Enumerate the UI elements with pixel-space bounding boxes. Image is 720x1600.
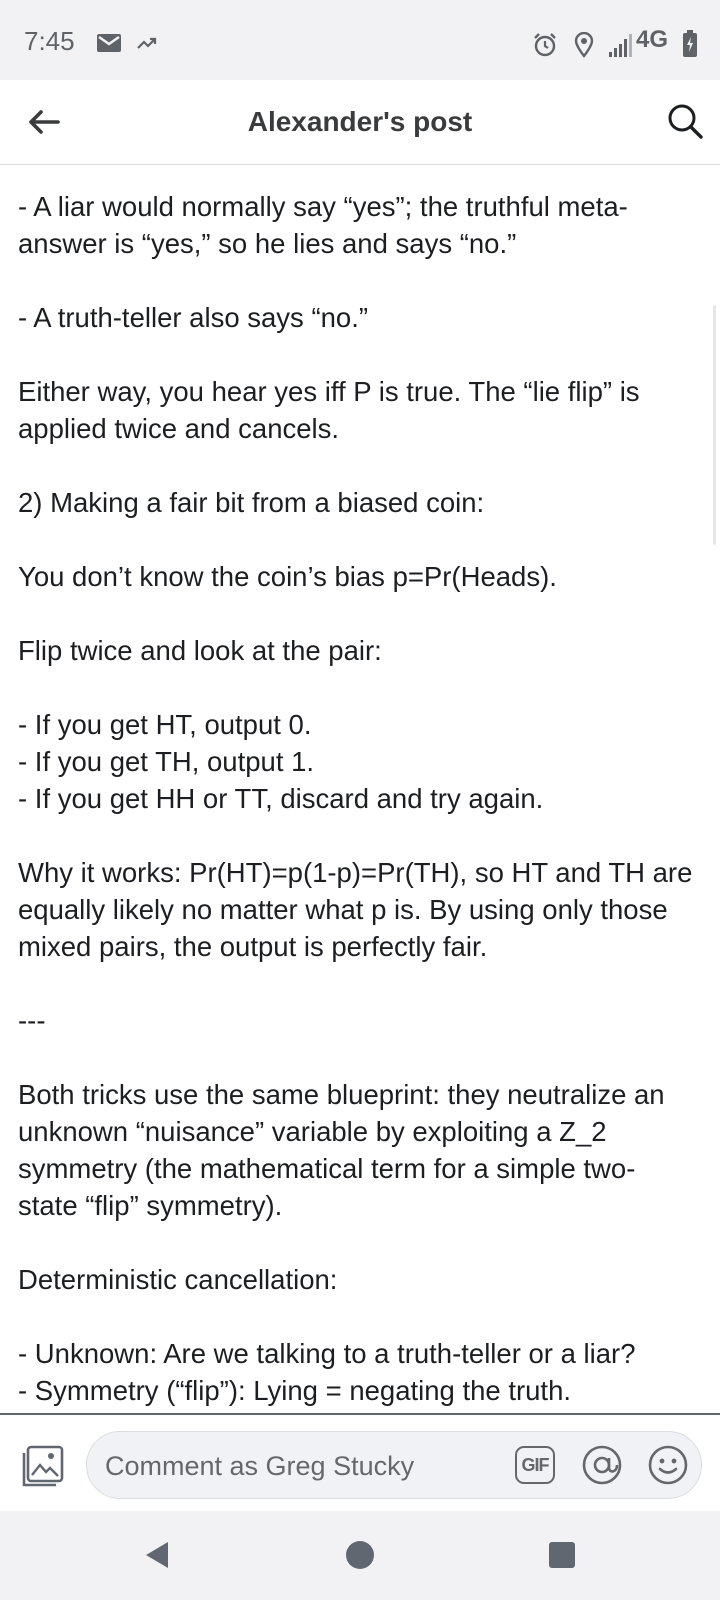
status-bar: 7:45 4G <box>0 0 720 80</box>
location-icon <box>574 32 594 58</box>
post-paragraph: --- <box>18 1005 46 1036</box>
post-paragraph: - A truth-teller also says “no.” <box>18 302 368 333</box>
gmail-icon <box>97 34 121 52</box>
recents-square-icon[interactable] <box>546 1539 578 1571</box>
page-title: Alexander's post <box>247 106 473 137</box>
post-body: - A liar would normally say “yes”; the t… <box>18 188 708 1412</box>
post-paragraph: Why it works: Pr(HT)=p(1-p)=Pr(TH), so H… <box>18 857 693 962</box>
alarm-icon <box>534 33 556 57</box>
battery-icon <box>683 30 697 57</box>
signal-icon <box>609 34 632 57</box>
missed-call-icon <box>137 37 157 49</box>
scrollbar[interactable] <box>713 305 716 545</box>
post-paragraph: Either way, you hear yes iff P is true. … <box>18 376 640 444</box>
post-paragraph: - If you get HT, output 0. - If you get … <box>18 709 544 814</box>
mention-icon[interactable] <box>581 1444 623 1486</box>
post-paragraph: You don’t know the coin’s bias p=Pr(Head… <box>18 561 557 592</box>
back-triangle-icon[interactable] <box>142 1539 174 1571</box>
photo-icon[interactable] <box>22 1445 64 1487</box>
network-label: 4G <box>636 26 669 53</box>
comment-input[interactable]: Comment as Greg Stucky GIF <box>86 1431 702 1499</box>
gif-button[interactable]: GIF <box>515 1446 555 1484</box>
emoji-icon[interactable] <box>647 1444 689 1486</box>
system-nav-bar <box>0 1511 720 1600</box>
comment-placeholder: Comment as Greg Stucky <box>105 1451 415 1481</box>
post-paragraph: Deterministic cancellation: <box>18 1264 338 1295</box>
post-paragraph: Flip twice and look at the pair: <box>18 635 382 666</box>
post-paragraph: 2) Making a fair bit from a biased coin: <box>18 487 485 518</box>
comment-bar: Comment as Greg Stucky GIF <box>0 1413 720 1513</box>
status-time: 7:45 <box>24 26 75 56</box>
post-paragraph: - A liar would normally say “yes”; the t… <box>18 191 628 259</box>
home-circle-icon[interactable] <box>344 1539 376 1571</box>
post-paragraph: - Unknown: Are we talking to a truth-tel… <box>18 1338 636 1406</box>
post-header: Alexander's post <box>0 80 720 165</box>
post-paragraph: Both tricks use the same blueprint: they… <box>18 1079 665 1221</box>
search-icon[interactable] <box>664 100 706 142</box>
